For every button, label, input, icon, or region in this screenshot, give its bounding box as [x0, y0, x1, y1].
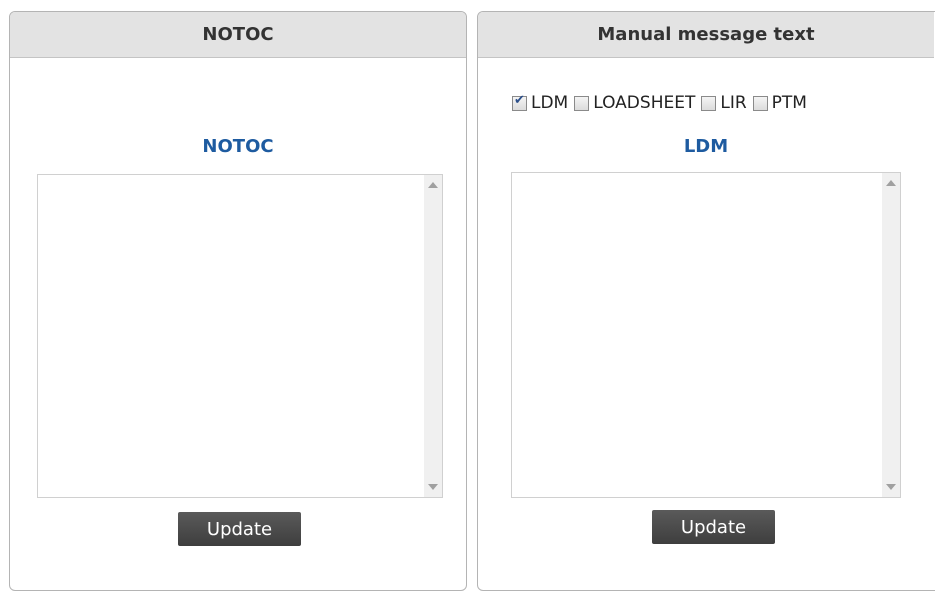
ldm-scrollbar[interactable]	[882, 173, 900, 497]
ldm-section-title: LDM	[683, 136, 729, 157]
notoc-section-title: NOTOC	[202, 136, 274, 157]
ldm-textarea[interactable]	[511, 172, 901, 498]
scroll-down-icon[interactable]	[424, 477, 442, 497]
checkbox-loadsheet-box[interactable]	[574, 95, 590, 111]
manual-message-panel-header: Manual message text	[478, 12, 934, 58]
ldm-update-button[interactable]: Update	[652, 510, 775, 544]
scroll-up-icon[interactable]	[424, 175, 442, 195]
checkbox-ldm-label: LDM	[531, 93, 569, 113]
notoc-scrollbar[interactable]	[424, 175, 442, 497]
checkbox-ptm[interactable]: PTM	[752, 93, 807, 113]
checkbox-lir[interactable]: LIR	[701, 93, 747, 113]
manual-message-panel: Manual message text LDM LOADSHEET LIR PT…	[477, 11, 935, 591]
notoc-panel-header: NOTOC	[10, 12, 466, 58]
checkbox-ptm-label: PTM	[771, 93, 807, 113]
checkbox-lir-box[interactable]	[701, 95, 717, 111]
notoc-update-button[interactable]: Update	[178, 512, 301, 546]
checkbox-loadsheet-label: LOADSHEET	[593, 93, 696, 113]
scroll-down-icon[interactable]	[882, 477, 900, 497]
scroll-up-icon[interactable]	[882, 173, 900, 193]
message-type-checkboxes: LDM LOADSHEET LIR PTM	[512, 90, 813, 116]
checkbox-ldm[interactable]: LDM	[512, 93, 568, 113]
checkbox-lir-label: LIR	[720, 93, 747, 113]
notoc-panel: NOTOC NOTOC Update	[9, 11, 467, 591]
checkbox-ptm-box[interactable]	[752, 95, 768, 111]
checkbox-loadsheet[interactable]: LOADSHEET	[574, 93, 695, 113]
checkbox-ldm-box[interactable]	[512, 93, 527, 111]
notoc-textarea[interactable]	[37, 174, 443, 498]
